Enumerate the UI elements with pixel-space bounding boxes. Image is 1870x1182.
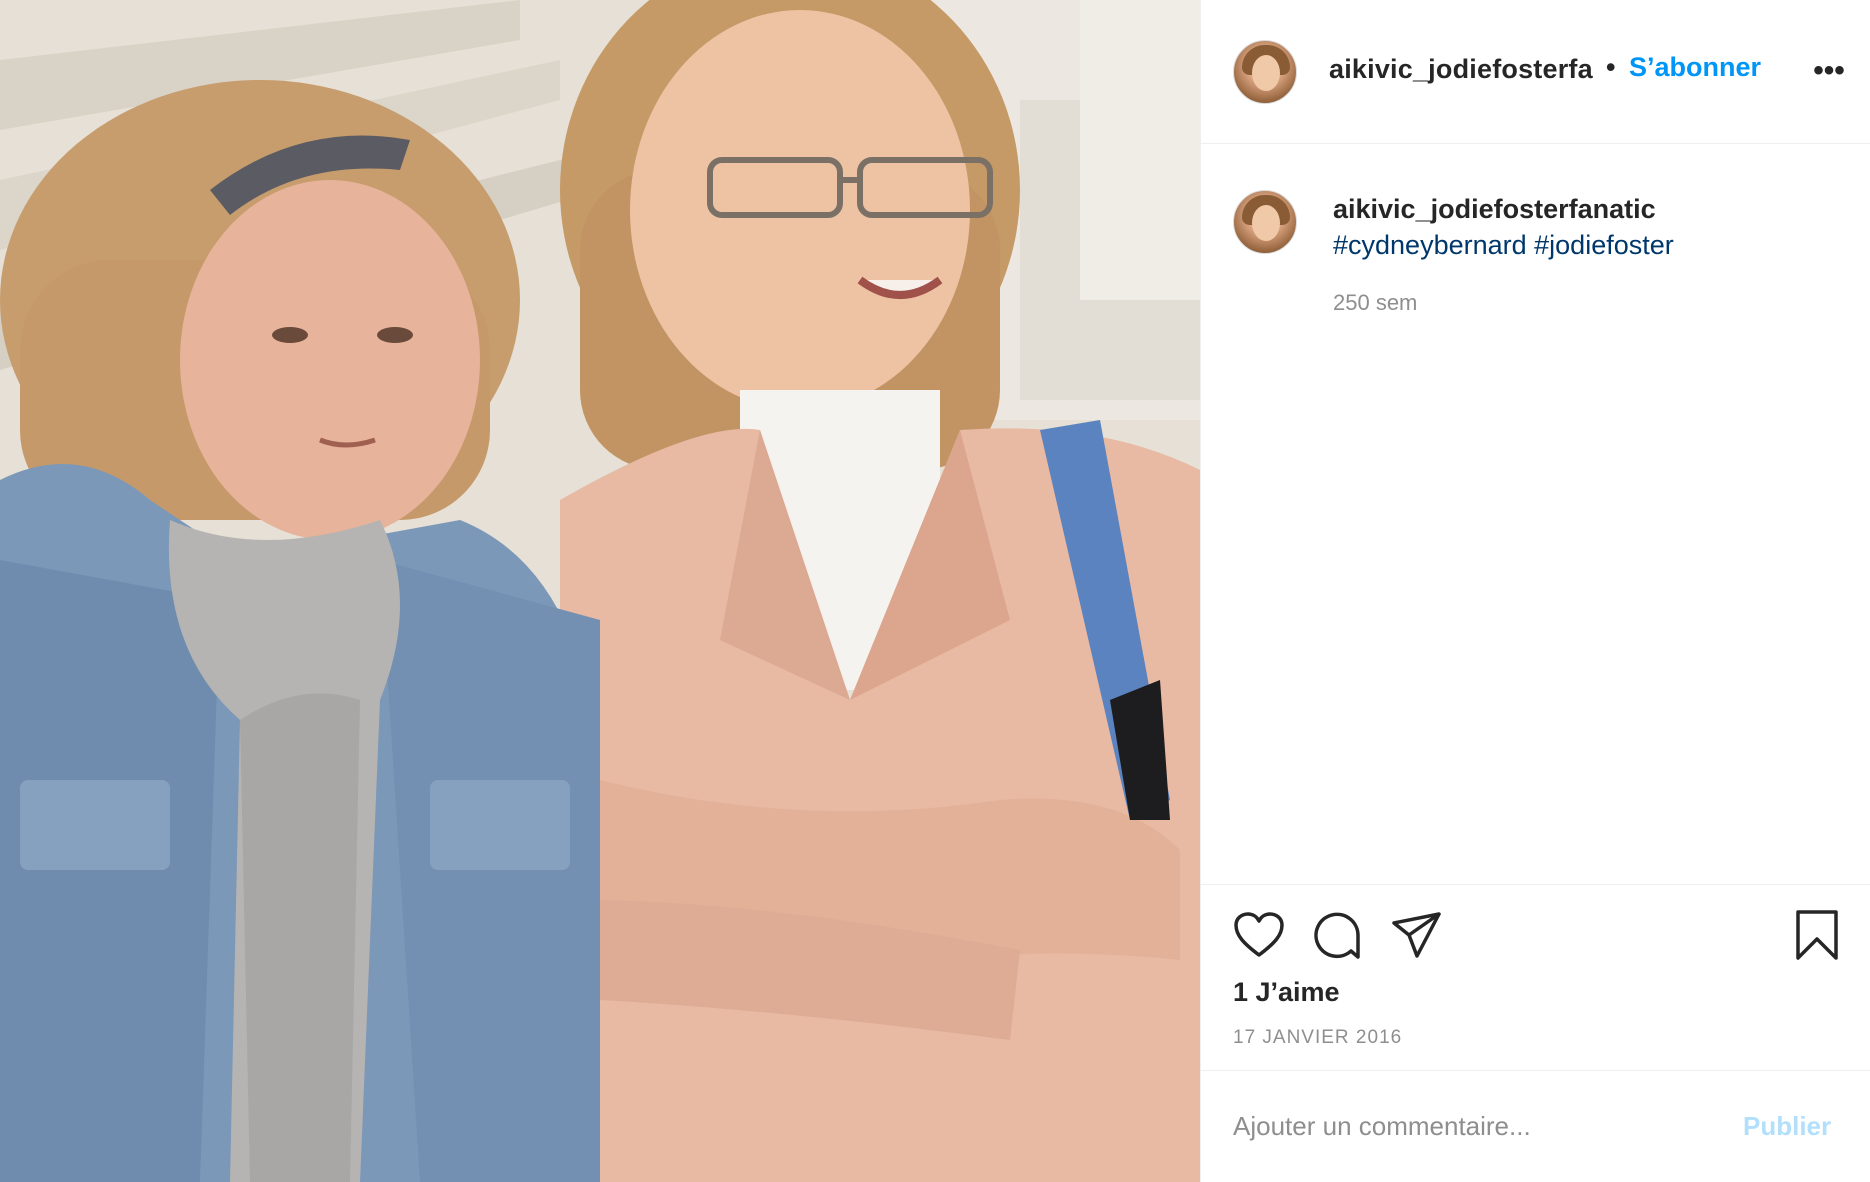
post-photo[interactable] [0, 0, 1200, 1182]
post-header: aikivic_jodiefosterfa • S’abonner ••• [1201, 0, 1870, 144]
avatar-face [1252, 205, 1280, 241]
comment-input[interactable] [1233, 1103, 1713, 1149]
more-options-icon[interactable]: ••• [1809, 56, 1849, 86]
publish-button[interactable]: Publier [1743, 1111, 1831, 1142]
photo-illustration [0, 0, 1200, 1182]
follow-button[interactable]: S’abonner [1629, 52, 1761, 83]
likes-count[interactable]: 1 J’aime [1233, 977, 1340, 1008]
caption-timestamp[interactable]: 250 sem [1333, 290, 1417, 316]
post-actions: 1 J’aime 17 JANVIER 2016 [1201, 884, 1870, 1070]
header-username[interactable]: aikivic_jodiefosterfa [1329, 54, 1593, 85]
hashtag-link[interactable]: #cydneybernard [1333, 230, 1527, 260]
avatar[interactable] [1233, 40, 1297, 104]
bookmark-icon[interactable] [1795, 909, 1839, 966]
caption-avatar[interactable] [1233, 190, 1297, 254]
comment-bar: Publier [1201, 1070, 1870, 1182]
header-separator: • [1606, 52, 1616, 82]
comment-icon[interactable] [1311, 911, 1363, 966]
heart-icon[interactable] [1233, 911, 1285, 964]
share-icon[interactable] [1391, 911, 1443, 964]
post-caption: aikivic_jodiefosterfanatic #cydneybernar… [1201, 144, 1870, 884]
post-date[interactable]: 17 JANVIER 2016 [1233, 1027, 1402, 1049]
caption-username[interactable]: aikivic_jodiefosterfanatic [1333, 194, 1656, 225]
caption-hashtags: #cydneybernard #jodiefoster [1333, 230, 1674, 261]
hashtag-link[interactable]: #jodiefoster [1534, 230, 1674, 260]
avatar-face [1252, 55, 1280, 91]
post-side-panel: aikivic_jodiefosterfa • S’abonner ••• ai… [1200, 0, 1870, 1182]
